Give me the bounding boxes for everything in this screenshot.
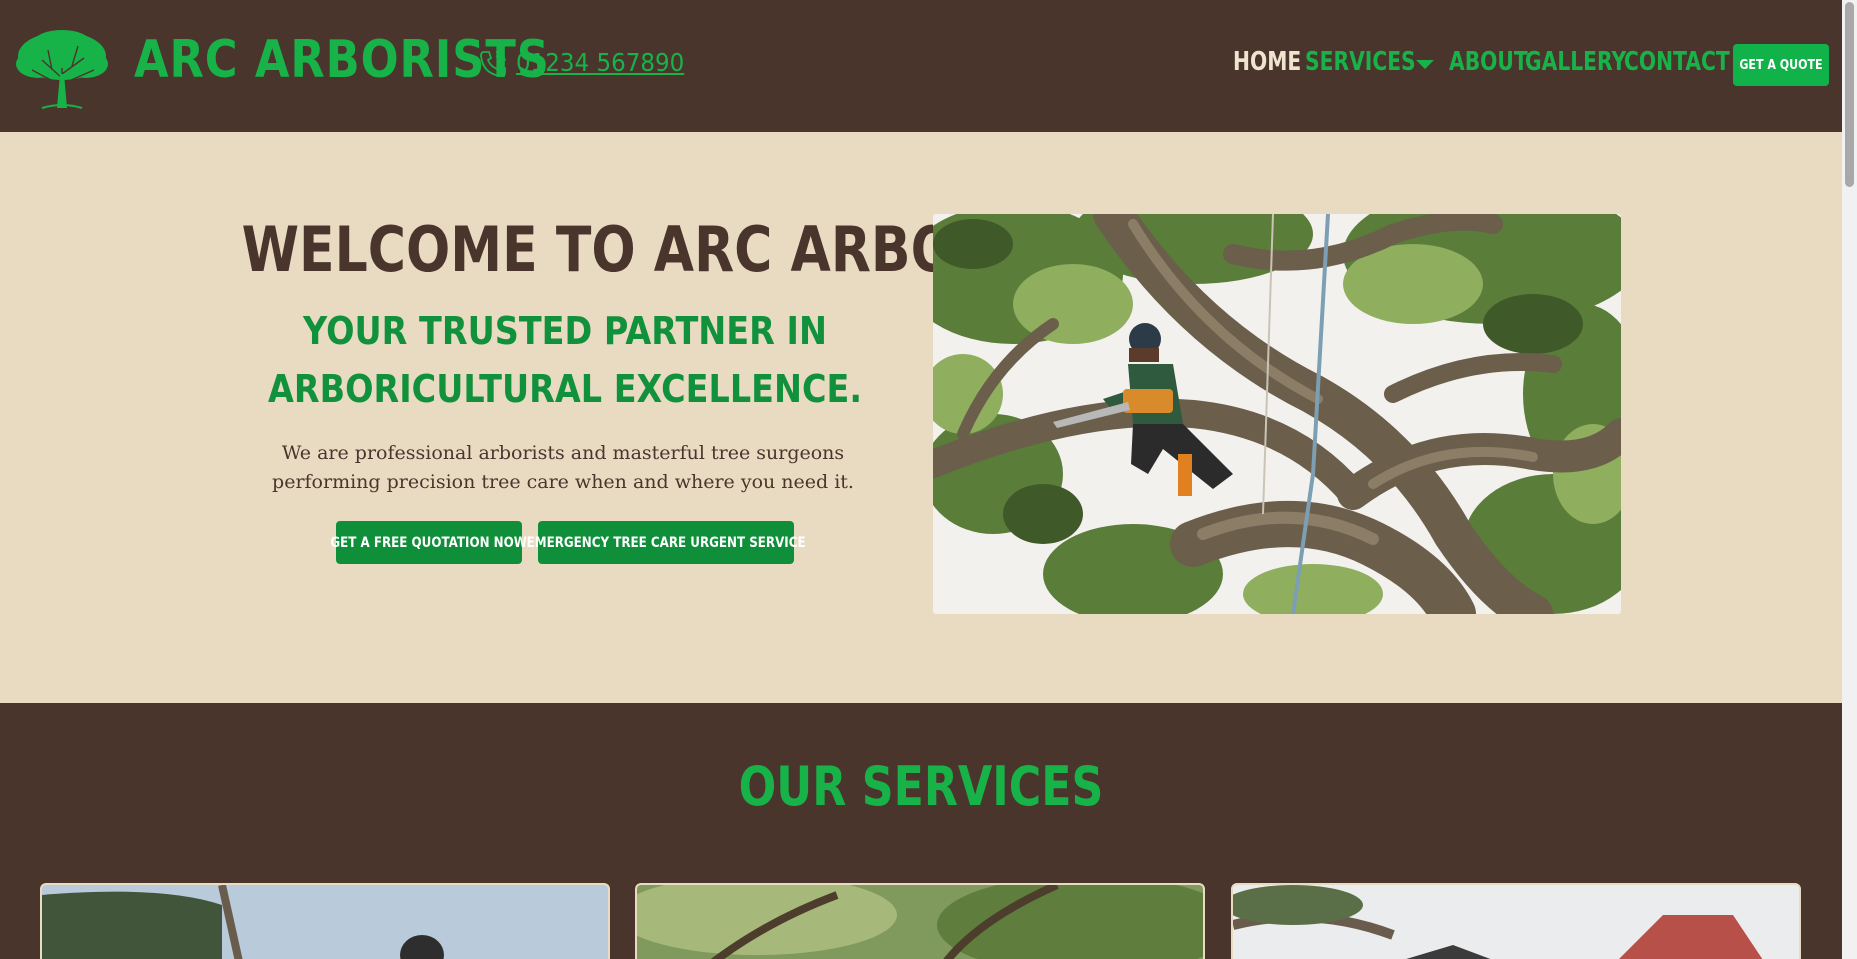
phone-number-link[interactable]: 01234 567890 xyxy=(516,48,684,77)
site-header: ARC ARBORISTS 01234 567890 HOME SERVICES… xyxy=(0,0,1842,132)
nav-services[interactable]: SERVICES xyxy=(1305,47,1416,77)
service-image-2 xyxy=(637,885,1203,959)
hero-subtitle: YOUR TRUSTED PARTNER IN ARBORICULTURAL E… xyxy=(267,309,863,411)
nav-about[interactable]: ABOUT xyxy=(1449,47,1528,77)
nav-contact[interactable]: CONTACT xyxy=(1624,47,1730,77)
services-section: OUR SERVICES xyxy=(0,703,1842,959)
nav-gallery[interactable]: GALLERY xyxy=(1525,47,1626,77)
oak-tree-icon[interactable] xyxy=(12,28,112,110)
services-title: OUR SERVICES xyxy=(738,755,1104,818)
chevron-down-icon[interactable] xyxy=(1416,60,1434,69)
scrollbar-thumb[interactable] xyxy=(1845,2,1854,187)
arborist-climbing-photo xyxy=(933,214,1621,614)
get-a-quote-button[interactable]: GET A QUOTE xyxy=(1733,44,1829,86)
hero-description: We are professional arborists and master… xyxy=(272,442,854,493)
service-card-2[interactable] xyxy=(635,883,1205,959)
hero-carousel-image[interactable] xyxy=(933,214,1621,614)
service-card-3[interactable] xyxy=(1231,883,1801,959)
free-quotation-button[interactable]: GET A FREE QUOTATION NOW xyxy=(331,521,527,564)
service-image-1 xyxy=(42,885,608,959)
phone-icon xyxy=(480,51,506,77)
emergency-service-button[interactable]: EMERGENCY TREE CARE URGENT SERVICE xyxy=(527,521,805,564)
hero-title: WELCOME TO ARC ARBORISTS xyxy=(241,213,1125,286)
service-image-3 xyxy=(1233,885,1799,959)
nav-home[interactable]: HOME xyxy=(1233,47,1301,77)
service-card-1[interactable] xyxy=(40,883,610,959)
